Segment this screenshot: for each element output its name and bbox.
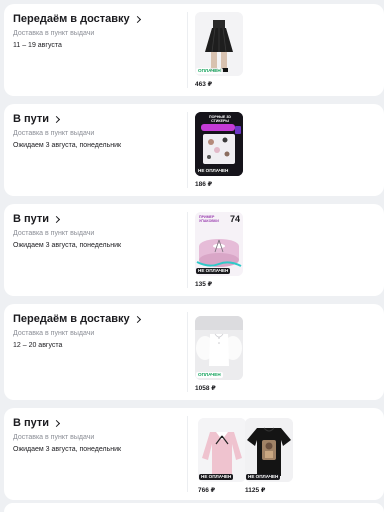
- payment-status-badge: НЕ ОПЛАЧЕН: [246, 474, 281, 480]
- brand-mark: 74: [229, 214, 240, 224]
- order-card[interactable]: Передаём в доставку Доставка в пункт выд…: [4, 4, 384, 96]
- sweater-image: [198, 418, 246, 482]
- delivery-method: Доставка в пункт выдачи: [13, 230, 95, 237]
- product-price: 463 ₽: [195, 81, 213, 88]
- card-divider: [187, 12, 188, 88]
- product-image[interactable]: НЕ ОПЛАЧЕН: [245, 418, 293, 482]
- product-price: 186 ₽: [195, 181, 213, 188]
- order-status[interactable]: Передаём в доставку: [13, 12, 183, 26]
- tshirt-image: [245, 418, 293, 482]
- delivery-eta: Ожидаем 3 августа, понедельник: [13, 446, 122, 453]
- payment-status-badge: ОПЛАЧЕН: [196, 68, 223, 74]
- order-status-label: Передаём в доставку: [13, 313, 130, 325]
- payment-status-badge: НЕ ОПЛАЧЕН: [199, 474, 234, 480]
- card-divider: [187, 416, 188, 492]
- payment-status-badge: НЕ ОПЛАЧЕН: [196, 168, 231, 174]
- order-status-label: Передаём в доставку: [13, 13, 130, 25]
- delivery-method: Доставка в пункт выдачи: [13, 330, 95, 337]
- chevron-right-icon: [133, 315, 141, 324]
- order-card[interactable]: В пути Доставка в пункт выдачи Ожидаем 3…: [4, 104, 384, 196]
- order-status[interactable]: Передаём в доставку: [13, 312, 183, 326]
- delivery-method: Доставка в пункт выдачи: [13, 130, 95, 137]
- order-card[interactable]: Передаём в доставку Доставка в пункт выд…: [4, 304, 384, 400]
- chevron-right-icon: [53, 419, 61, 428]
- card-divider: [187, 312, 188, 392]
- order-card[interactable]: В пути Доставка в пункт выдачи Ожидаем 3…: [4, 408, 384, 500]
- product-overlay-title: ПРИМЕР УПАКОВКИ: [199, 215, 219, 224]
- next-order-card-peek[interactable]: [4, 503, 384, 512]
- chevron-right-icon: [133, 15, 141, 24]
- order-status-label: В пути: [13, 113, 50, 125]
- card-divider: [187, 112, 188, 188]
- product-image[interactable]: НЕ ОПЛАЧЕН: [198, 418, 246, 482]
- delivery-eta: Ожидаем 3 августа, понедельник: [13, 242, 122, 249]
- card-divider: [187, 212, 188, 288]
- orders-feed: Передаём в доставку Доставка в пункт выд…: [0, 0, 384, 512]
- product-price: 1058 ₽: [195, 385, 216, 392]
- product-image[interactable]: ПОРНЫЕ 3D СТИКЕРЫ НЕ ОПЛАЧЕН: [195, 112, 243, 176]
- order-info: В пути Доставка в пункт выдачи Ожидаем 3…: [13, 112, 183, 150]
- delivery-eta: Ожидаем 3 августа, понедельник: [13, 142, 122, 149]
- delivery-method: Доставка в пункт выдачи: [13, 434, 95, 441]
- payment-status-badge: ОПЛАЧЕН: [196, 372, 223, 378]
- chevron-right-icon: [53, 115, 61, 124]
- product-overlay-title: ПОРНЫЕ 3D СТИКЕРЫ: [209, 115, 231, 124]
- product-price: 766 ₽: [198, 487, 216, 494]
- chevron-right-icon: [53, 215, 61, 224]
- product-image[interactable]: ПРИМЕР УПАКОВКИ 74 НЕ ОПЛАЧЕН: [195, 212, 243, 276]
- order-status[interactable]: В пути: [13, 112, 183, 126]
- product-price: 135 ₽: [195, 281, 213, 288]
- product-image[interactable]: ОПЛАЧЕН: [195, 12, 243, 76]
- order-status-label: В пути: [13, 213, 50, 225]
- order-card[interactable]: В пути Доставка в пункт выдачи Ожидаем 3…: [4, 204, 384, 296]
- product-price: 1125 ₽: [245, 487, 266, 494]
- order-info: Передаём в доставку Доставка в пункт выд…: [13, 312, 183, 350]
- product-image[interactable]: ОПЛАЧЕН: [195, 316, 243, 380]
- order-info: Передаём в доставку Доставка в пункт выд…: [13, 12, 183, 50]
- skirt-image: [195, 12, 243, 76]
- delivery-eta: 11 – 19 августа: [13, 42, 62, 49]
- order-info: В пути Доставка в пункт выдачи Ожидаем 3…: [13, 416, 183, 454]
- blouse-image: [195, 316, 243, 380]
- order-status[interactable]: В пути: [13, 416, 183, 430]
- order-status-label: В пути: [13, 417, 50, 429]
- order-info: В пути Доставка в пункт выдачи Ожидаем 3…: [13, 212, 183, 250]
- delivery-method: Доставка в пункт выдачи: [13, 30, 95, 37]
- order-status[interactable]: В пути: [13, 212, 183, 226]
- delivery-eta: 12 – 20 августа: [13, 342, 63, 349]
- payment-status-badge: НЕ ОПЛАЧЕН: [196, 268, 231, 274]
